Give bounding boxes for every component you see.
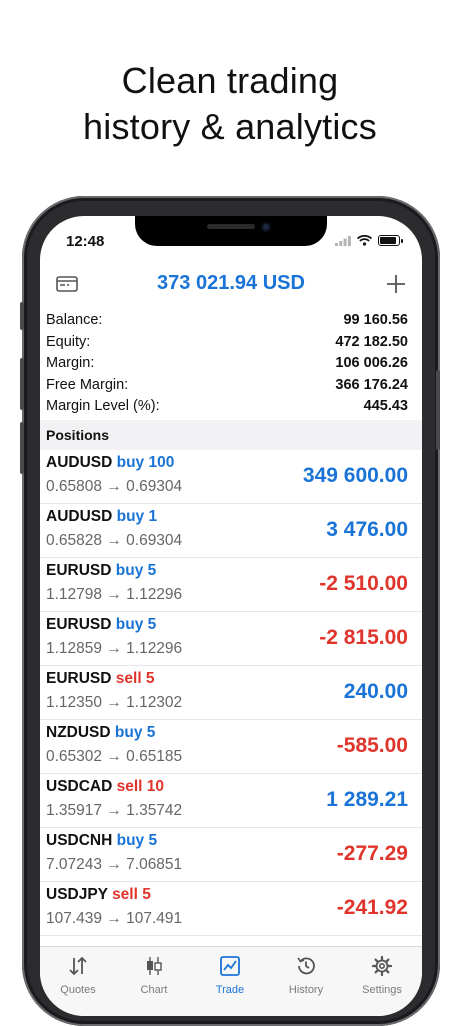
- summary-row-free-margin: Free Margin: 366 176.24: [46, 377, 408, 399]
- position-type: buy 5: [115, 616, 157, 633]
- position-prices: 107.439 → 107.491: [46, 910, 183, 927]
- plus-icon[interactable]: [386, 274, 406, 294]
- position-profit: -2 510.00: [319, 572, 408, 595]
- summary-value: 366 176.24: [335, 376, 408, 393]
- summary-value: 106 006.26: [335, 355, 408, 372]
- notch: [135, 216, 327, 246]
- trade-chart-icon: [220, 956, 240, 976]
- position-type: sell 5: [112, 886, 151, 903]
- position-symbol: EURUSD: [46, 616, 112, 633]
- position-profit: 349 600.00: [302, 464, 408, 487]
- summary-row-margin: Margin: 106 006.26: [46, 355, 408, 377]
- tab-bar: Quotes Chart Trade History Settings: [40, 946, 422, 1016]
- position-symbol: AUDUSD: [46, 508, 113, 525]
- position-row[interactable]: EURUSD buy 5 1.12859 → 1.12296 -2 815.00: [40, 612, 422, 666]
- position-symbol: EURUSD: [46, 562, 112, 579]
- position-prices: 1.12859 → 1.12296: [46, 640, 183, 657]
- summary-label: Free Margin:: [46, 376, 129, 393]
- position-prices: 0.65828 → 0.69304: [46, 532, 183, 549]
- account-summary: Balance: 99 160.56 Equity: 472 182.50 Ma…: [46, 312, 408, 420]
- position-row[interactable]: NZDUSD buy 5 0.65302 → 0.65185 -585.00: [40, 720, 422, 774]
- battery-icon: [378, 235, 403, 246]
- summary-label: Margin Level (%):: [46, 398, 160, 415]
- tab-label: Chart: [140, 984, 168, 996]
- position-type: buy 1: [116, 508, 158, 525]
- tab-label: Trade: [215, 984, 245, 996]
- tab-label: Settings: [362, 984, 402, 996]
- signal-icon: [335, 235, 351, 246]
- position-type: buy 5: [115, 562, 157, 579]
- tab-settings[interactable]: Settings: [344, 955, 420, 996]
- headline-line-2: history & analytics: [83, 106, 377, 147]
- position-row[interactable]: USDCAD sell 10 1.35917 → 1.35742 1 289.2…: [40, 774, 422, 828]
- position-profit: 3 476.00: [326, 518, 408, 541]
- status-icons: [335, 235, 403, 246]
- position-type: sell 5: [115, 670, 155, 687]
- position-prices: 0.65808 → 0.69304: [46, 478, 183, 495]
- summary-label: Equity:: [46, 333, 91, 350]
- position-row[interactable]: EURUSD sell 5 1.12350 → 1.12302 240.00: [40, 666, 422, 720]
- candlestick-chart-icon: [147, 957, 162, 975]
- position-prices: 0.65302 → 0.65185: [46, 748, 183, 765]
- position-symbol: USDCAD: [46, 778, 113, 795]
- positions-section-header: Positions: [40, 420, 422, 450]
- headline-line-1: Clean trading: [121, 60, 339, 101]
- position-prices: 7.07243 → 7.06851: [46, 856, 183, 873]
- history-clock-icon: [297, 957, 315, 975]
- summary-row-margin-level: Margin Level (%): 445.43: [46, 398, 408, 420]
- position-symbol: USDJPY: [46, 886, 108, 903]
- promo-headline: Clean trading history & analytics: [0, 58, 460, 150]
- summary-label: Balance:: [46, 312, 103, 328]
- positions-list: AUDUSD buy 100 0.65808 → 0.69304 349 600…: [40, 450, 422, 936]
- position-type: buy 100: [116, 454, 175, 471]
- tab-quotes[interactable]: Quotes: [40, 955, 116, 996]
- position-prices: 1.35917 → 1.35742: [46, 802, 183, 819]
- phone-screen: 12:48 373 021.94 USD Balance: 99 160.56 …: [40, 216, 422, 1016]
- position-prices: 1.12350 → 1.12302: [46, 694, 183, 711]
- equity-title: 373 021.94 USD: [157, 272, 305, 294]
- tab-history[interactable]: History: [268, 955, 344, 996]
- tab-trade[interactable]: Trade: [192, 955, 268, 996]
- position-profit: -585.00: [336, 734, 408, 757]
- summary-value: 472 182.50: [335, 333, 408, 350]
- summary-value: 99 160.56: [343, 312, 408, 328]
- position-symbol: USDCNH: [46, 832, 113, 849]
- position-row[interactable]: EURUSD buy 5 1.12798 → 1.12296 -2 510.00: [40, 558, 422, 612]
- position-prices: 1.12798 → 1.12296: [46, 586, 183, 603]
- summary-label: Margin:: [46, 355, 95, 372]
- mute-switch: [20, 302, 24, 330]
- tab-chart[interactable]: Chart: [116, 955, 192, 996]
- summary-row-equity: Equity: 472 182.50: [46, 334, 408, 356]
- position-type: buy 5: [114, 724, 156, 741]
- position-profit: -277.29: [336, 842, 408, 865]
- position-type: buy 5: [116, 832, 158, 849]
- volume-up-button: [20, 358, 24, 410]
- quotes-arrows-icon: [69, 956, 87, 976]
- position-profit: 240.00: [343, 680, 408, 703]
- position-row[interactable]: USDCNH buy 5 7.07243 → 7.06851 -277.29: [40, 828, 422, 882]
- position-row[interactable]: USDJPY sell 5 107.439 → 107.491 -241.92: [40, 882, 422, 936]
- gear-icon: [371, 955, 393, 977]
- position-profit: -2 815.00: [319, 626, 408, 649]
- status-time: 12:48: [66, 233, 105, 250]
- front-camera: [261, 222, 271, 232]
- tab-label: History: [288, 984, 324, 996]
- volume-down-button: [20, 422, 24, 474]
- position-row[interactable]: AUDUSD buy 100 0.65808 → 0.69304 349 600…: [40, 450, 422, 504]
- position-profit: 1 289.21: [326, 788, 408, 811]
- power-button: [436, 370, 440, 450]
- summary-row-balance: Balance: 99 160.56: [46, 312, 408, 334]
- summary-value: 445.43: [363, 398, 408, 415]
- speaker-grille: [207, 224, 255, 229]
- position-row[interactable]: AUDUSD buy 1 0.65828 → 0.69304 3 476.00: [40, 504, 422, 558]
- trade-header: 373 021.94 USD: [40, 266, 422, 302]
- position-type: sell 10: [116, 778, 165, 795]
- tab-label: Quotes: [60, 984, 96, 996]
- position-symbol: AUDUSD: [46, 454, 113, 471]
- position-profit: -241.92: [336, 896, 408, 919]
- wifi-icon: [357, 235, 372, 246]
- position-symbol: NZDUSD: [46, 724, 111, 741]
- position-symbol: EURUSD: [46, 670, 112, 687]
